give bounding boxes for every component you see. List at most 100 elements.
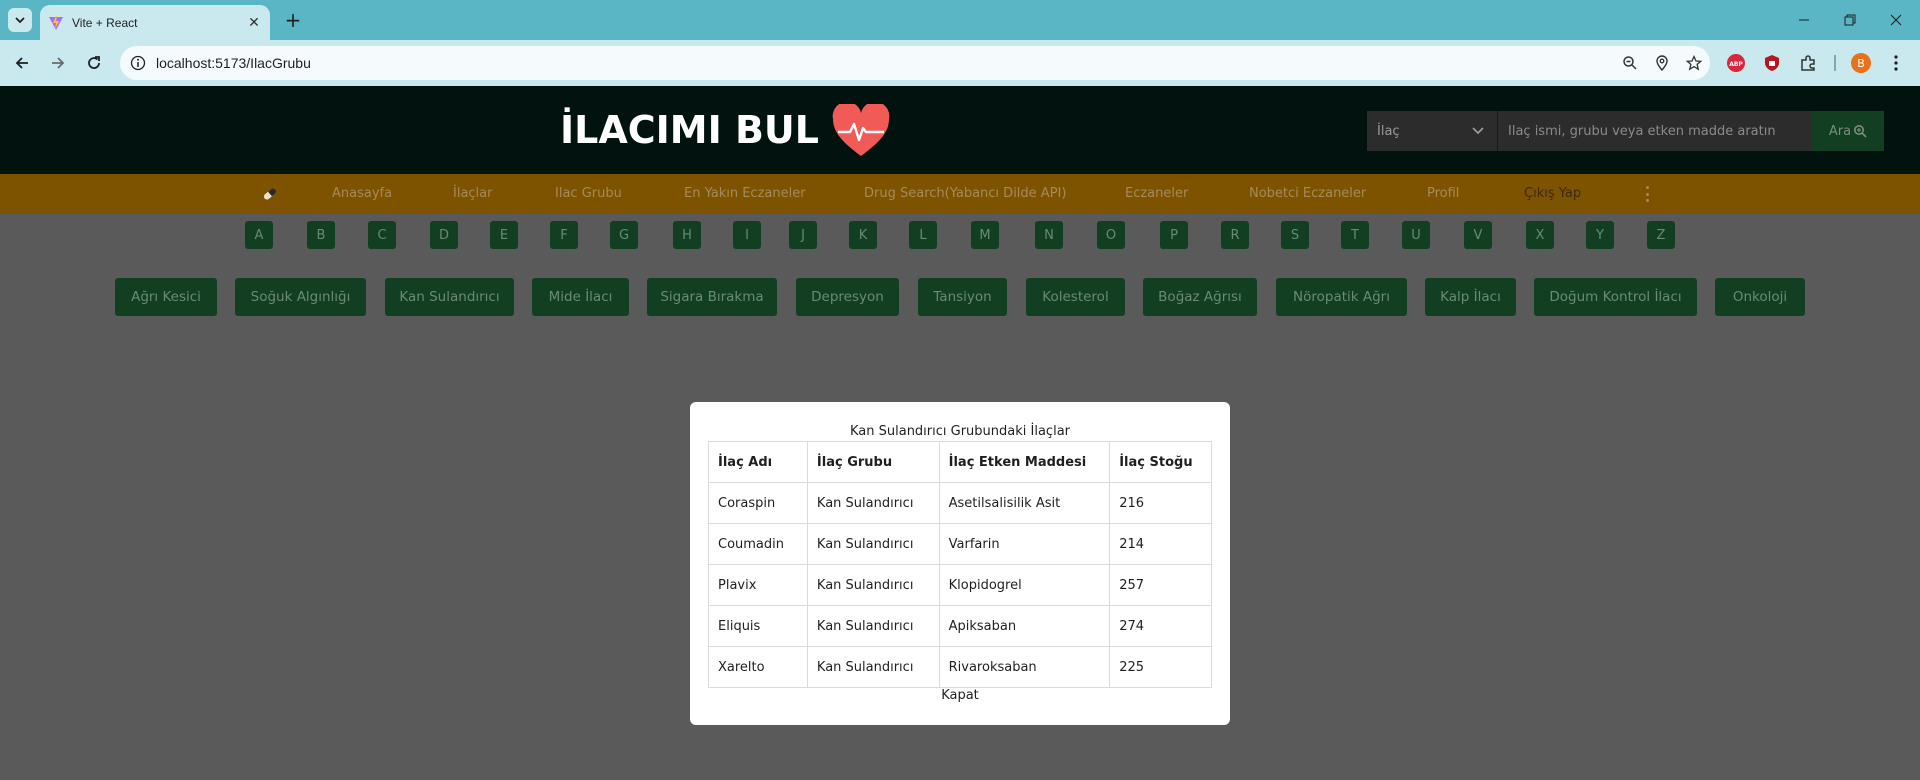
search-input[interactable]: [1497, 111, 1812, 151]
letter-button[interactable]: Z: [1647, 221, 1675, 249]
minimize-window-icon[interactable]: [1790, 6, 1818, 34]
table-cell: Kan Sulandırıcı: [806, 482, 940, 524]
close-window-icon[interactable]: [1882, 6, 1910, 34]
chevron-down-icon: [15, 17, 25, 24]
group-button[interactable]: Doğum Kontrol İlacı: [1534, 278, 1697, 316]
table-cell: 274: [1109, 605, 1212, 647]
letter-button[interactable]: G: [610, 221, 638, 249]
group-button[interactable]: Depresyon: [796, 278, 899, 316]
letter-button[interactable]: I: [733, 221, 761, 249]
letter-button[interactable]: L: [909, 221, 937, 249]
table-cell: 257: [1109, 564, 1212, 606]
nav-item-nobetci-eczaneler[interactable]: Nobetci Eczaneler: [1249, 186, 1366, 201]
search-button[interactable]: Ara: [1812, 111, 1884, 151]
letter-button[interactable]: O: [1097, 221, 1125, 249]
column-header: İlaç Stoğu: [1109, 441, 1212, 483]
letter-button[interactable]: N: [1035, 221, 1063, 249]
group-button[interactable]: Boğaz Ağrısı: [1143, 278, 1257, 316]
table-row: Coraspin Kan Sulandırıcı Asetilsalisilik…: [708, 482, 1212, 524]
group-button[interactable]: Mide İlacı: [532, 278, 629, 316]
nav-item-eczaneler[interactable]: Eczaneler: [1125, 186, 1188, 201]
group-button[interactable]: Tansiyon: [918, 278, 1007, 316]
site-info-icon[interactable]: [130, 55, 146, 71]
group-button[interactable]: Kan Sulandırıcı: [385, 278, 514, 316]
table-cell: 225: [1109, 646, 1212, 688]
search-icon: [1854, 125, 1867, 138]
letter-button[interactable]: J: [789, 221, 817, 249]
heart-pulse-icon: [832, 104, 890, 156]
column-header: İlaç Grubu: [806, 441, 940, 483]
url-text[interactable]: localhost:5173/IlacGrubu: [156, 55, 1614, 71]
group-button[interactable]: Onkoloji: [1715, 278, 1805, 316]
ublock-icon[interactable]: [1762, 53, 1782, 73]
search-type-select[interactable]: İlaç: [1367, 111, 1497, 151]
letter-button[interactable]: S: [1281, 221, 1309, 249]
browser-tab-bar: Vite + React ✕ +: [0, 0, 1920, 40]
letter-button[interactable]: U: [1402, 221, 1430, 249]
group-button[interactable]: Kalp İlacı: [1425, 278, 1516, 316]
browser-tab[interactable]: Vite + React ✕: [40, 5, 270, 40]
table-cell: Eliquis: [708, 605, 808, 647]
letter-button[interactable]: D: [430, 221, 458, 249]
letter-button[interactable]: X: [1526, 221, 1554, 249]
site-logo-text[interactable]: İLACIMI BUL: [560, 108, 819, 152]
nav-item-anasayfa[interactable]: Anasayfa: [332, 186, 392, 201]
letter-button[interactable]: P: [1160, 221, 1188, 249]
table-cell: Kan Sulandırıcı: [806, 564, 940, 606]
nav-item-en-yakin-eczaneler[interactable]: En Yakın Eczaneler: [684, 186, 806, 201]
letter-button[interactable]: A: [245, 221, 273, 249]
kebab-menu-icon[interactable]: [1886, 53, 1906, 73]
letter-button[interactable]: E: [490, 221, 518, 249]
group-button[interactable]: Kolesterol: [1026, 278, 1125, 316]
group-button[interactable]: Soğuk Algınlığı: [235, 278, 366, 316]
close-modal-button[interactable]: Kapat: [690, 688, 1230, 703]
table-row: Plavix Kan Sulandırıcı Klopidogrel 257: [708, 564, 1212, 606]
letter-button[interactable]: T: [1341, 221, 1369, 249]
table-row: Xarelto Kan Sulandırıcı Rivaroksaban 225: [708, 646, 1212, 688]
letter-button[interactable]: B: [307, 221, 335, 249]
close-tab-icon[interactable]: ✕: [246, 15, 262, 31]
tab-search-button[interactable]: [8, 8, 32, 32]
nav-item-profil[interactable]: Profil: [1427, 186, 1459, 201]
group-button[interactable]: Sigara Bırakma: [647, 278, 777, 316]
nav-item-ilaclar[interactable]: İlaçlar: [453, 186, 492, 201]
table-cell: Kan Sulandırıcı: [806, 523, 940, 565]
forward-icon[interactable]: [44, 49, 72, 77]
letter-button[interactable]: V: [1464, 221, 1492, 249]
puzzle-icon[interactable]: [1798, 53, 1818, 73]
nav-item-ilac-grubu[interactable]: Ilac Grubu: [555, 186, 622, 201]
nav-item-cikis-yap[interactable]: Çıkış Yap: [1524, 186, 1581, 201]
group-button[interactable]: Nöropatik Ağrı: [1276, 278, 1407, 316]
back-icon[interactable]: [8, 49, 36, 77]
letter-button[interactable]: H: [673, 221, 701, 249]
group-button[interactable]: Ağrı Kesici: [115, 278, 217, 316]
restore-window-icon[interactable]: [1836, 6, 1864, 34]
more-options-icon[interactable]: [1640, 184, 1654, 204]
profile-initial: B: [1857, 56, 1865, 70]
bookmark-star-icon[interactable]: [1678, 49, 1710, 77]
nav-item-drug-search[interactable]: Drug Search(Yabancı Dilde API): [864, 186, 1066, 201]
letter-button[interactable]: C: [368, 221, 396, 249]
location-icon[interactable]: [1646, 49, 1678, 77]
table-cell: Kan Sulandırıcı: [806, 646, 940, 688]
drug-table: İlaç Adı İlaç Grubu İlaç Etken Maddesi İ…: [708, 441, 1212, 688]
browser-toolbar: localhost:5173/IlacGrubu ABP B: [0, 40, 1920, 86]
letter-button[interactable]: K: [849, 221, 877, 249]
table-cell: Varfarin: [938, 523, 1111, 565]
reload-icon[interactable]: [80, 49, 108, 77]
letter-button[interactable]: M: [971, 221, 999, 249]
letter-button[interactable]: Y: [1586, 221, 1614, 249]
letter-button[interactable]: R: [1221, 221, 1249, 249]
abp-icon[interactable]: ABP: [1726, 53, 1746, 73]
table-cell: Asetilsalisilik Asit: [938, 482, 1111, 524]
new-tab-button[interactable]: +: [281, 8, 305, 32]
zoom-icon[interactable]: [1614, 49, 1646, 77]
pill-icon[interactable]: [262, 186, 278, 202]
profile-avatar[interactable]: B: [1851, 53, 1871, 73]
table-cell: Coraspin: [708, 482, 808, 524]
column-header: İlaç Etken Maddesi: [938, 441, 1111, 483]
table-cell: Apiksaban: [938, 605, 1111, 647]
letter-button[interactable]: F: [550, 221, 578, 249]
toolbar-divider: [1834, 55, 1836, 71]
address-bar[interactable]: localhost:5173/IlacGrubu: [120, 46, 1710, 80]
